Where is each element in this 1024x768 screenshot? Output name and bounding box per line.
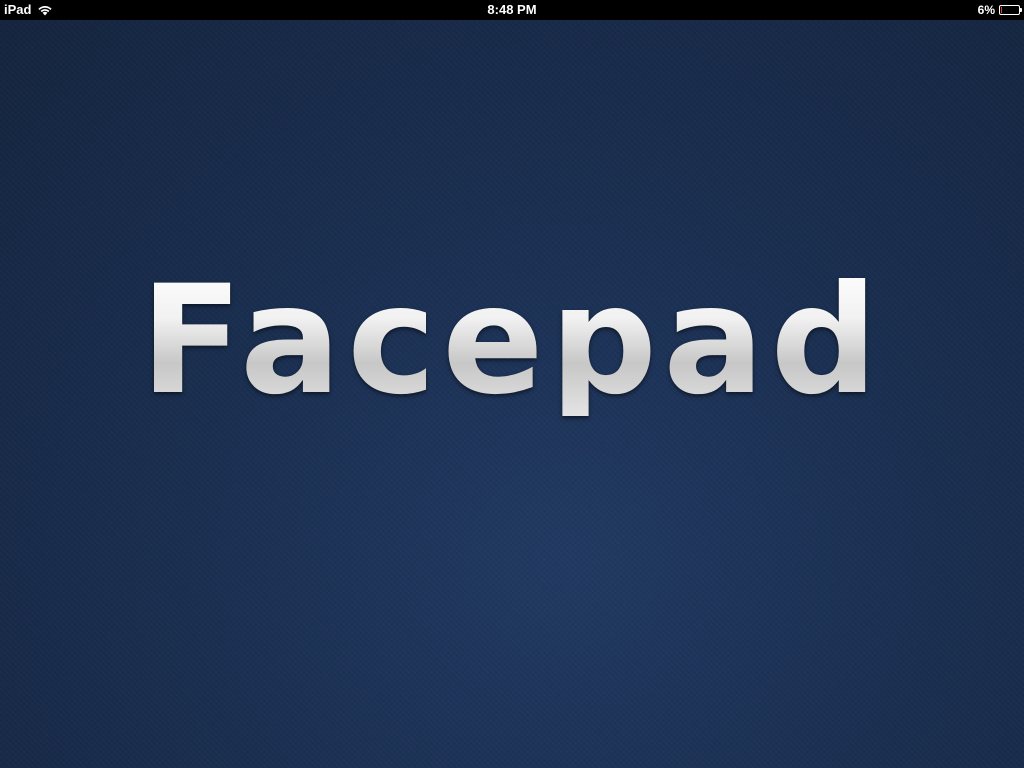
splash-screen: Facepad (0, 20, 1024, 768)
battery-fill (1001, 7, 1002, 13)
status-left: iPad (4, 0, 53, 20)
battery-icon (999, 5, 1022, 15)
status-bar: iPad 8:48 PM 6% (0, 0, 1024, 20)
ipad-screen: iPad 8:48 PM 6% Facepad (0, 0, 1024, 768)
device-label: iPad (4, 2, 32, 17)
status-right: 6% (977, 0, 1022, 20)
app-title-logo: Facepad (0, 266, 1024, 416)
status-time: 8:48 PM (487, 2, 537, 17)
battery-percent: 6% (977, 3, 995, 17)
wifi-icon (37, 4, 53, 16)
